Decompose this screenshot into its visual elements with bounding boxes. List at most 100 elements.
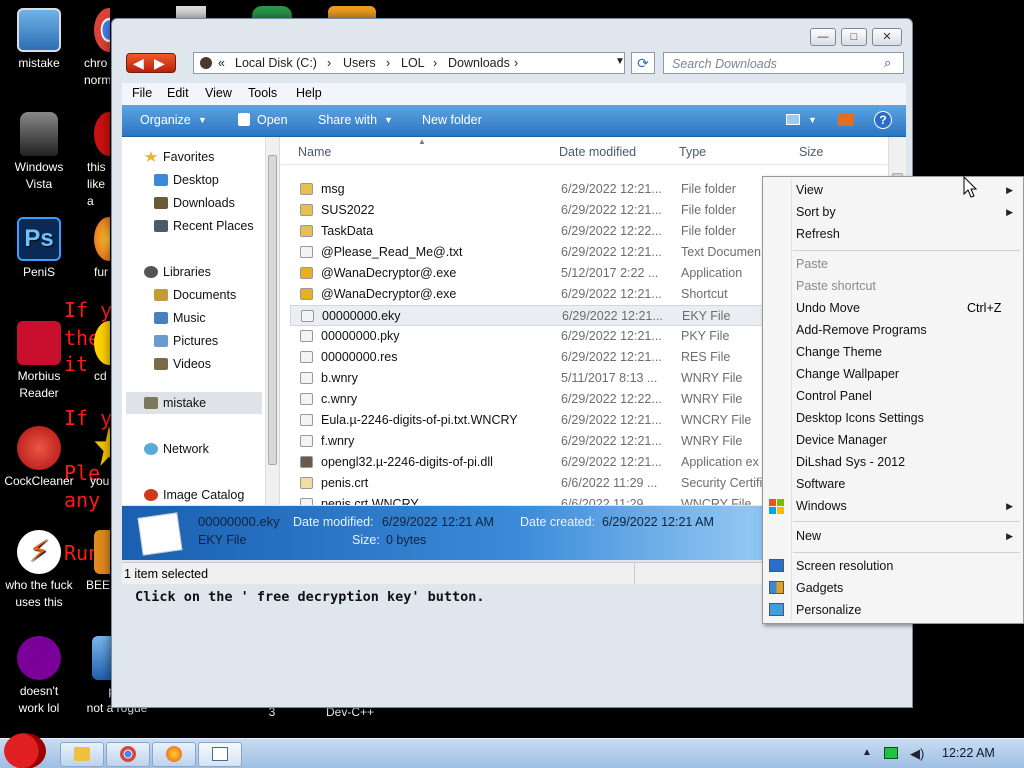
nav-libraries[interactable]: Libraries [163, 265, 211, 279]
breadcrumb-separator[interactable]: › [386, 56, 390, 70]
nav-mistake[interactable]: mistake [163, 396, 206, 410]
desktop-icon-you[interactable]: you [80, 426, 110, 490]
forward-arrow-icon[interactable]: ▶ [154, 55, 165, 72]
taskbar-app-chrome[interactable] [106, 742, 150, 767]
nav-downloads[interactable]: Downloads [173, 196, 235, 210]
address-bar[interactable]: « Local Disk (C:) › Users › LOL › Downlo… [193, 52, 625, 74]
nav-music[interactable]: Music [173, 311, 206, 325]
preview-pane-icon[interactable] [838, 114, 854, 126]
refresh-icon[interactable]: ⟳ [631, 52, 655, 74]
menu-item-windows[interactable]: Windows [796, 499, 847, 513]
menu-item-refresh[interactable]: Refresh [796, 227, 840, 241]
menu-item-undo-move[interactable]: Undo Move [796, 301, 860, 315]
file-name: penis.crt.WNCRY [321, 497, 419, 505]
open-button[interactable]: Open [257, 113, 288, 127]
maximize-button[interactable]: □ [841, 28, 867, 46]
menu-item-software[interactable]: Software [796, 477, 845, 491]
menu-item-new[interactable]: New [796, 529, 821, 543]
column-date-modified[interactable]: Date modified [559, 145, 636, 159]
desktop-icon-who-uses-this[interactable]: ⚡ who the fuck uses this [0, 530, 79, 611]
clock[interactable]: 12:22 AM [942, 746, 995, 760]
search-icon[interactable]: ⌕ [884, 55, 891, 71]
new-folder-button[interactable]: New folder [422, 113, 482, 127]
breadcrumb-users[interactable]: Users [343, 56, 376, 70]
breadcrumb-separator[interactable]: › [433, 56, 437, 70]
menu-item-paste: Paste [796, 257, 828, 271]
breadcrumb-separator[interactable]: › [327, 56, 331, 70]
menu-file[interactable]: File [132, 86, 152, 100]
desktop-icon-top[interactable] [176, 6, 206, 18]
breadcrumb-local-disk[interactable]: Local Disk (C:) [235, 56, 317, 70]
menu-item-personalize[interactable]: Personalize [796, 603, 861, 617]
nav-pictures[interactable]: Pictures [173, 334, 218, 348]
nav-scrollbar-thumb[interactable] [268, 155, 277, 465]
help-icon[interactable]: ? [874, 111, 892, 129]
details-date-modified: 6/29/2022 12:21 AM [382, 515, 494, 529]
desktop-icon-cd[interactable]: cd [80, 321, 110, 385]
column-type[interactable]: Type [679, 145, 706, 159]
menu-item-desktop-icons-settings[interactable]: Desktop Icons Settings [796, 411, 924, 425]
nav-favorites[interactable]: Favorites [163, 150, 214, 164]
menu-item-add-remove-programs[interactable]: Add-Remove Programs [796, 323, 927, 337]
desktop-icon-bee[interactable]: BEE [80, 530, 110, 594]
nav-desktop[interactable]: Desktop [173, 173, 219, 187]
network-tray-icon[interactable] [884, 747, 898, 759]
change-view-icon[interactable] [786, 114, 800, 125]
menu-item-device-manager[interactable]: Device Manager [796, 433, 887, 447]
desktop-context-menu: View ▶ Sort by ▶ Refresh Paste Paste sho… [762, 176, 1024, 624]
menu-help[interactable]: Help [296, 86, 322, 100]
nav-scrollbar[interactable] [265, 137, 279, 505]
desktop-icon-chrome[interactable]: chro norm [80, 8, 110, 89]
menu-item-change-theme[interactable]: Change Theme [796, 345, 882, 359]
nav-documents[interactable]: Documents [173, 288, 236, 302]
menu-tools[interactable]: Tools [248, 86, 277, 100]
volume-icon[interactable]: ◀) [910, 746, 924, 762]
taskbar-app-explorer[interactable] [60, 742, 104, 767]
breadcrumb-overflow[interactable]: « [218, 56, 225, 70]
desktop-icon-top[interactable] [252, 6, 292, 18]
desktop-icon-penis[interactable]: Ps PeniS [0, 217, 79, 281]
minimize-button[interactable]: — [810, 28, 836, 46]
back-arrow-icon[interactable]: ◀ [133, 55, 144, 72]
desktop-icon-this-like[interactable]: this like a [80, 112, 110, 210]
menu-item-view[interactable]: View [796, 183, 823, 197]
taskbar-app-active-window[interactable] [198, 742, 242, 767]
organize-button[interactable]: Organize [140, 113, 191, 127]
show-hidden-icons-icon[interactable]: ▲ [862, 747, 872, 758]
trash-icon [20, 112, 58, 156]
menu-item-gadgets[interactable]: Gadgets [796, 581, 843, 595]
start-button[interactable] [4, 733, 46, 768]
menu-view[interactable]: View [205, 86, 232, 100]
nav-videos[interactable]: Videos [173, 357, 211, 371]
menu-item-sort-by[interactable]: Sort by [796, 205, 836, 219]
search-input[interactable]: Search Downloads ⌕ [663, 52, 904, 74]
nav-image-catalog[interactable]: Image Catalog [163, 488, 244, 502]
desktop-icon-cockcleaner[interactable]: CockCleaner [0, 426, 79, 490]
column-name[interactable]: Name [298, 145, 331, 159]
breadcrumb-separator[interactable]: › [514, 56, 518, 70]
nav-network[interactable]: Network [163, 442, 209, 456]
share-with-button[interactable]: Share with [318, 113, 377, 127]
desktop-icon-windows-vista[interactable]: Windows Vista [0, 112, 79, 193]
desktop-icon-morbius-reader[interactable]: Morbius Reader [0, 321, 79, 402]
column-size[interactable]: Size [799, 145, 823, 159]
chevron-down-icon[interactable]: ▼ [808, 115, 817, 125]
nav-recent-places[interactable]: Recent Places [173, 219, 254, 233]
menu-item-change-wallpaper[interactable]: Change Wallpaper [796, 367, 899, 381]
breadcrumb-lol[interactable]: LOL [401, 56, 425, 70]
desktop-icon-top[interactable] [328, 6, 376, 18]
close-button[interactable]: ✕ [872, 28, 902, 46]
desktop-icon-doesnt-work[interactable]: doesn't work lol [0, 636, 79, 717]
file-date: 6/29/2022 12:21... [561, 350, 662, 364]
menu-item-screen-resolution[interactable]: Screen resolution [796, 559, 893, 573]
address-dropdown-icon[interactable]: ▼ [615, 56, 625, 67]
menu-item-control-panel[interactable]: Control Panel [796, 389, 872, 403]
user-folder-icon [144, 397, 158, 409]
desktop-icon-label: Morbius Reader [17, 369, 61, 400]
menu-item-dilshad-sys[interactable]: DiLshad Sys - 2012 [796, 455, 905, 469]
desktop-icon-mistake[interactable]: mistake [0, 8, 79, 72]
menu-edit[interactable]: Edit [167, 86, 189, 100]
taskbar-app-firefox[interactable] [152, 742, 196, 767]
breadcrumb-downloads[interactable]: Downloads [448, 56, 510, 70]
desktop-icon-fur[interactable]: fur [80, 217, 110, 281]
